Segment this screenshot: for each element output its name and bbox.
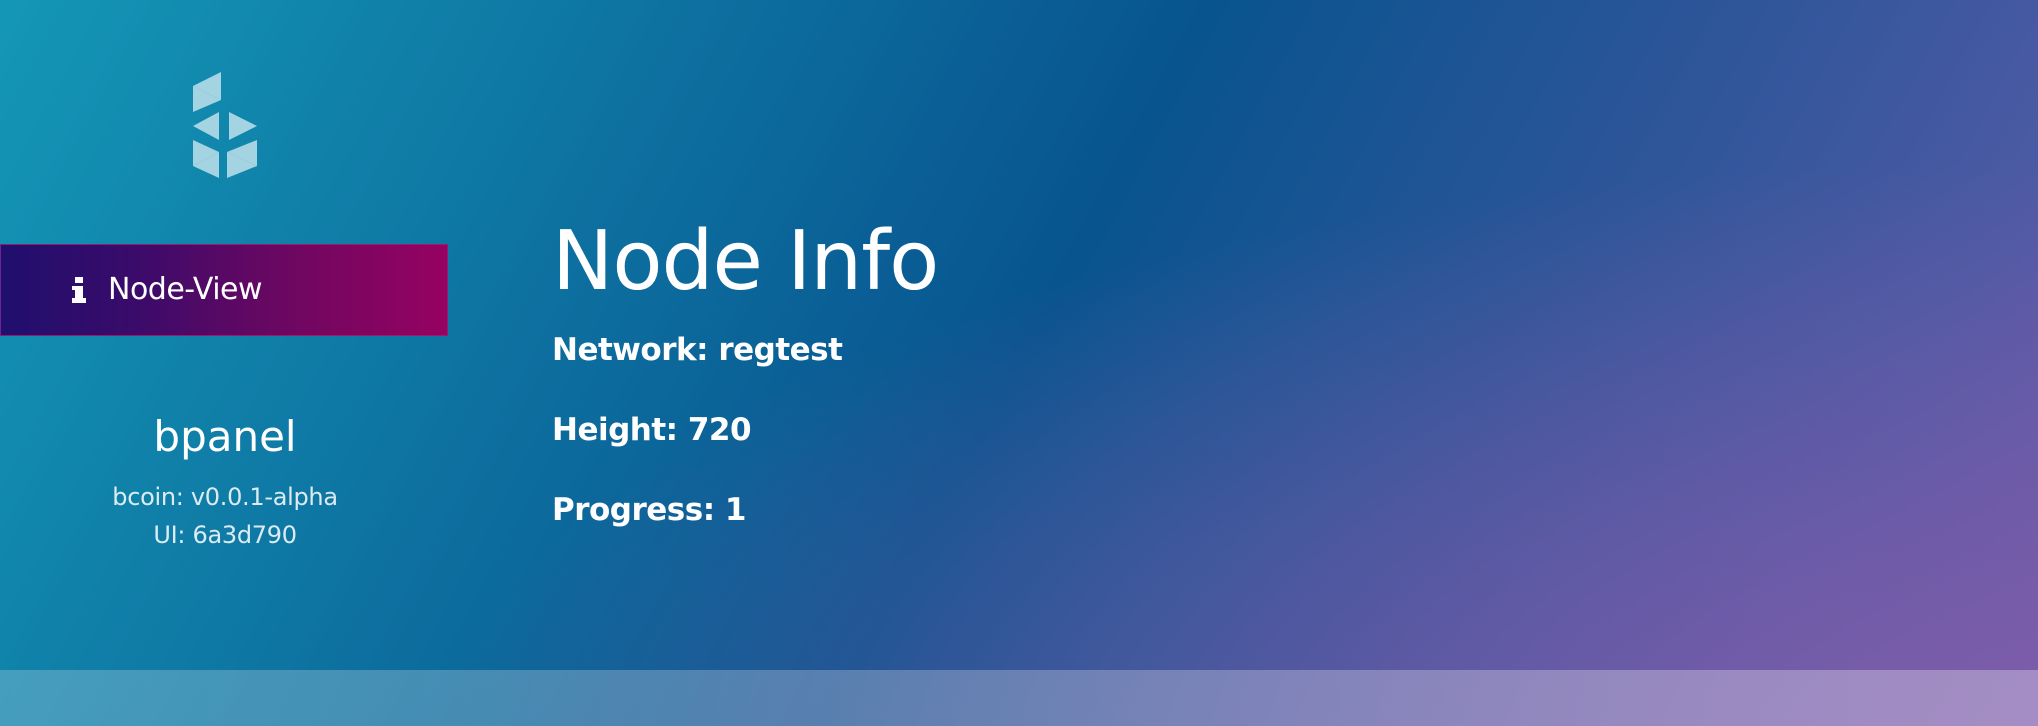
height-info: Height: 720 [552, 412, 752, 448]
info-icon [72, 277, 86, 303]
ui-version: UI: 6a3d790 [153, 521, 297, 549]
sidebar: Node-View bpanel bcoin: v0.0.1-alpha UI:… [0, 0, 450, 670]
sidebar-item-node-view[interactable]: Node-View [0, 244, 448, 336]
bcoin-version: bcoin: v0.0.1-alpha [112, 483, 338, 511]
network-info: Network: regtest [552, 332, 843, 368]
sidebar-item-label: Node-View [108, 272, 263, 307]
footer-bar [0, 670, 2038, 726]
progress-info: Progress: 1 [552, 492, 746, 528]
brand-name: bpanel [153, 412, 297, 461]
bcoin-logo[interactable] [193, 72, 259, 178]
page-title: Node Info [552, 214, 939, 309]
bcoin-logo-icon [193, 72, 257, 178]
